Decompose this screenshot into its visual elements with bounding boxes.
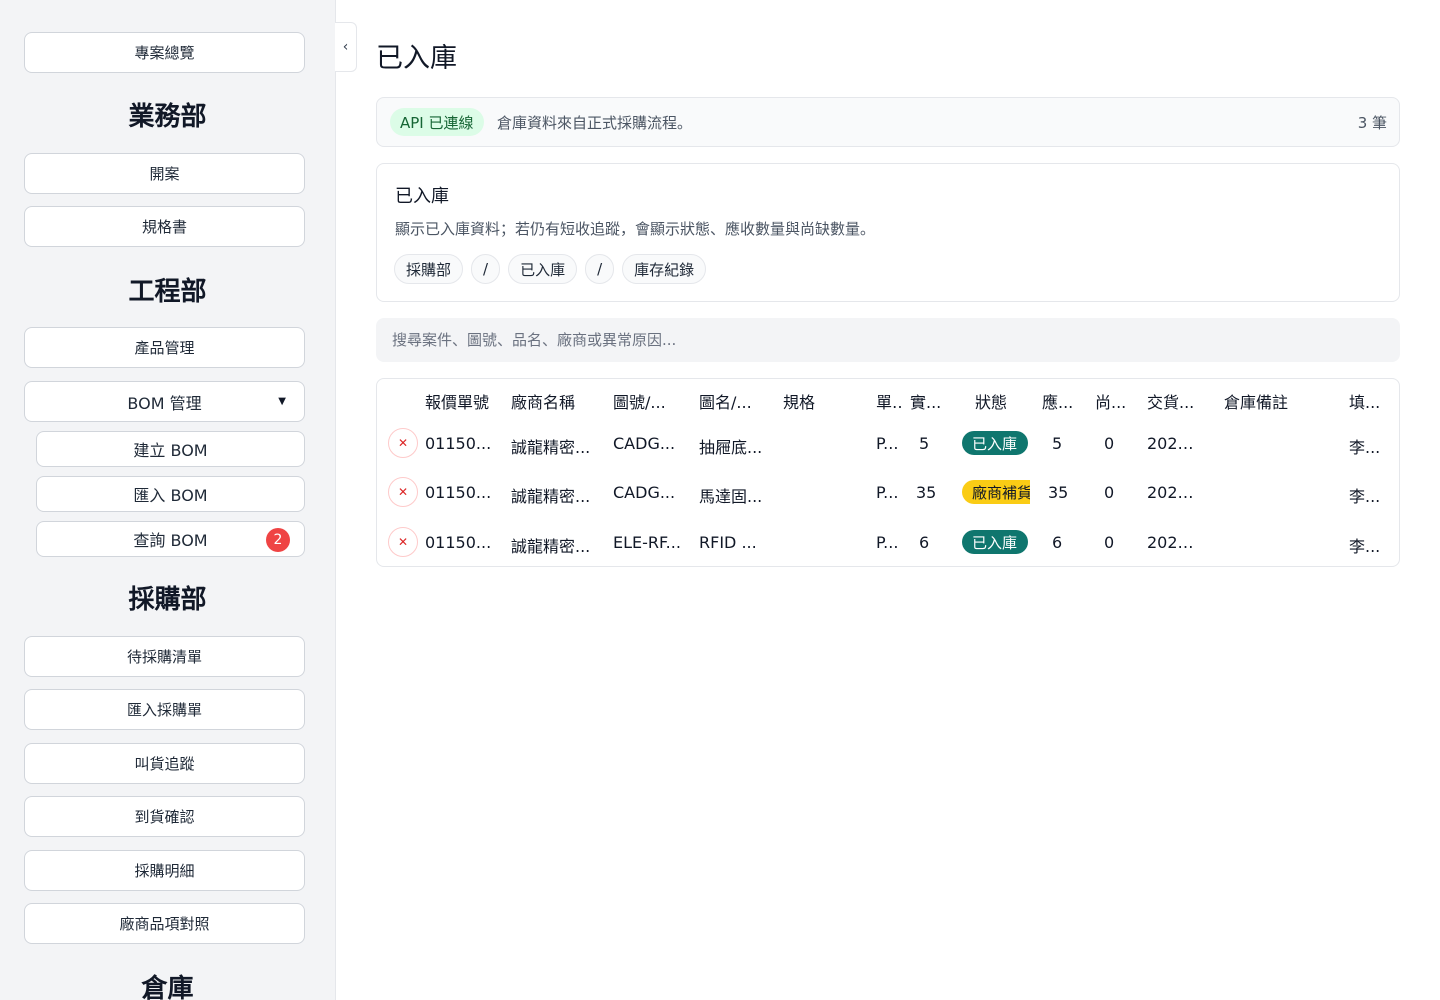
breadcrumb-received[interactable]: 已入庫 [508, 254, 578, 284]
search-input[interactable] [376, 318, 1400, 362]
page-title: 已入庫 [376, 43, 457, 74]
section-title-purchasing: 採購部 [128, 585, 207, 615]
col-header-status[interactable]: 狀態 [975, 389, 1015, 413]
cell-unit: P... [876, 434, 899, 453]
nav-spec-sheet[interactable]: 規格書 [24, 206, 305, 247]
nav-query-bom[interactable]: 查詢 BOM 2 [36, 521, 305, 557]
cell-quote-no: 01150... [425, 434, 492, 453]
col-header-actual[interactable]: 實... [910, 389, 944, 413]
remove-row-button[interactable]: ✕ [388, 477, 418, 507]
sidebar: 專案總覽 業務部 開案 規格書 工程部 產品管理 BOM 管理 ▼ 建立 BOM… [0, 0, 336, 1000]
status-badge: 廠商補貨 [962, 480, 1030, 504]
cell-drawing-no: CADG... [613, 434, 676, 453]
nav-pending-purchase[interactable]: 待採購清單 [24, 636, 305, 677]
cell-short-qty: 0 [1104, 434, 1115, 453]
col-header-filler[interactable]: 填... [1349, 389, 1383, 413]
status-badge: 已入庫 [962, 530, 1028, 554]
section-title-engineering: 工程部 [128, 277, 207, 307]
col-header-vendor[interactable]: 廠商名稱 [511, 389, 591, 413]
nav-import-bom[interactable]: 匯入 BOM [36, 476, 305, 512]
cell-actual-qty: 35 [916, 483, 937, 502]
notification-badge: 2 [266, 528, 290, 552]
cell-due-qty: 6 [1052, 533, 1063, 552]
cell-vendor: 誠龍精密... [511, 537, 591, 556]
col-header-unit[interactable]: 單... [876, 389, 902, 413]
cell-filler: 李... [1349, 537, 1381, 556]
record-count: 3 筆 [1357, 114, 1387, 132]
cell-quote-no: 01150... [425, 483, 492, 502]
close-icon: ✕ [397, 535, 409, 549]
status-message: 倉庫資料來自正式採購流程。 [497, 114, 693, 132]
col-header-due[interactable]: 應... [1042, 389, 1076, 413]
bom-management-label: BOM 管理 [127, 393, 202, 413]
nav-project-overview[interactable]: 專案總覽 [24, 32, 305, 73]
cell-unit: P... [876, 533, 899, 552]
section-title-warehouse: 倉庫 [141, 974, 194, 1000]
cell-drawing-name: 馬達固... [699, 487, 763, 506]
nav-bom-management-dropdown[interactable]: BOM 管理 ▼ [24, 381, 305, 422]
cell-due-qty: 35 [1048, 483, 1069, 502]
nav-create-bom[interactable]: 建立 BOM [36, 431, 305, 467]
api-status-badge: API 已連線 [390, 108, 484, 136]
col-header-drawing-no[interactable]: 圖號/... [613, 389, 691, 413]
remove-row-button[interactable]: ✕ [388, 428, 418, 458]
cell-vendor: 誠龍精密... [511, 438, 591, 457]
cell-filler: 李... [1349, 487, 1381, 506]
breadcrumb-separator: / [471, 254, 501, 284]
breadcrumb-inventory-log[interactable]: 庫存紀錄 [622, 254, 707, 284]
cell-drawing-no: ELE-RF... [613, 533, 681, 552]
nav-import-po[interactable]: 匯入採購單 [24, 689, 305, 730]
cell-filler: 李... [1349, 438, 1381, 457]
cell-drawing-no: CADG... [613, 483, 676, 502]
cell-short-qty: 0 [1104, 533, 1115, 552]
section-title-sales: 業務部 [128, 102, 207, 132]
close-icon: ✕ [397, 436, 409, 450]
status-badge: 已入庫 [962, 431, 1028, 455]
nav-arrival-confirm[interactable]: 到貨確認 [24, 796, 305, 837]
cell-short-qty: 0 [1104, 483, 1115, 502]
cell-drawing-name: RFID ... [699, 533, 757, 552]
col-header-spec[interactable]: 規格 [783, 389, 843, 413]
caret-down-icon: ▼ [278, 396, 286, 407]
data-table: 報價單號 廠商名稱 圖號/... 圖名/... 規格 單... 實... 狀態 … [376, 378, 1400, 567]
cell-actual-qty: 5 [919, 434, 930, 453]
cell-delivery-date: 2026... [1147, 434, 1201, 453]
cell-actual-qty: 6 [919, 533, 930, 552]
breadcrumb-separator: / [585, 254, 615, 284]
col-header-drawing-name[interactable]: 圖名/... [699, 389, 773, 413]
cell-drawing-name: 抽屜底... [699, 438, 763, 457]
cell-quote-no: 01150... [425, 533, 492, 552]
col-header-short[interactable]: 尚... [1095, 389, 1129, 413]
info-card-title: 已入庫 [395, 186, 449, 207]
nav-product-management[interactable]: 產品管理 [24, 327, 305, 368]
close-icon: ✕ [397, 485, 409, 499]
nav-open-case[interactable]: 開案 [24, 153, 305, 194]
collapse-sidebar-button[interactable]: ‹ [335, 22, 357, 72]
cell-unit: P... [876, 483, 899, 502]
api-status-bar: API 已連線 倉庫資料來自正式採購流程。 3 筆 [376, 97, 1400, 147]
nav-purchase-details[interactable]: 採購明細 [24, 850, 305, 891]
nav-order-tracking[interactable]: 叫貨追蹤 [24, 743, 305, 784]
breadcrumb: 採購部 / 已入庫 / 庫存紀錄 [394, 254, 707, 284]
chevron-left-icon: ‹ [342, 39, 349, 55]
info-card-description: 顯示已入庫資料；若仍有短收追蹤，會顯示狀態、應收數量與尚缺數量。 [395, 220, 876, 238]
cell-vendor: 誠龍精密... [511, 487, 591, 506]
cell-due-qty: 5 [1052, 434, 1063, 453]
col-header-quote-no[interactable]: 報價單號 [425, 389, 505, 413]
nav-vendor-item-mapping[interactable]: 廠商品項對照 [24, 903, 305, 944]
cell-delivery-date: 2026... [1147, 533, 1201, 552]
info-card: 已入庫 顯示已入庫資料；若仍有短收追蹤，會顯示狀態、應收數量與尚缺數量。 採購部… [376, 163, 1400, 302]
breadcrumb-purchasing[interactable]: 採購部 [394, 254, 464, 284]
col-header-warehouse-note[interactable]: 倉庫備註 [1224, 389, 1304, 413]
query-bom-label: 查詢 BOM [133, 531, 208, 550]
col-header-delivery[interactable]: 交貨... [1147, 389, 1197, 413]
remove-row-button[interactable]: ✕ [388, 527, 418, 557]
cell-delivery-date: 2026... [1147, 483, 1201, 502]
